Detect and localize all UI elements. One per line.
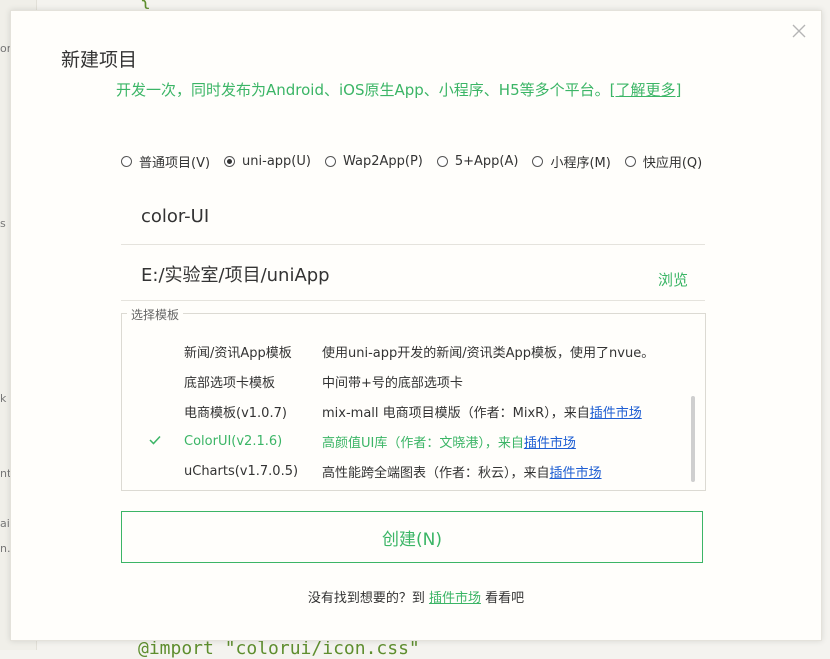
project-path-input[interactable]: [121, 259, 621, 289]
template-desc-text: mix-mall 电商项目模版（作者：MixR），来自: [322, 405, 590, 421]
dialog-title: 新建项目: [61, 49, 138, 71]
template-item-colorui[interactable]: ColorUI(v2.1.6) 高颜值UI库（作者：文晓港），来自插件市场: [122, 426, 682, 456]
learn-more-link[interactable]: [了解更多]: [610, 81, 682, 99]
template-item-news[interactable]: 新闻/资讯App模板 使用uni-app开发的新闻/资讯类App模板，使用了nv…: [122, 336, 682, 366]
template-list: 新闻/资讯App模板 使用uni-app开发的新闻/资讯类App模板，使用了nv…: [122, 336, 682, 486]
gutter-label: s: [0, 217, 6, 230]
radio-circle: [624, 156, 636, 167]
radio-circle: [121, 156, 132, 167]
editor-code-bottom: @import "colorui/icon.css": [138, 638, 420, 659]
template-desc-text: 中间带+号的底部选项卡: [322, 375, 463, 391]
template-scrollbar[interactable]: [691, 396, 695, 482]
radio-mini-program[interactable]: 小程序(M): [532, 152, 611, 171]
radio-label: 小程序(M): [550, 156, 611, 171]
radio-quick-app[interactable]: 快应用(Q): [624, 152, 703, 171]
footer-hint: 没有找到想要的？到 插件市场 看看吧: [11, 587, 821, 606]
template-selector: 选择模板 新闻/资讯App模板 使用uni-app开发的新闻/资讯类App模板，…: [121, 306, 706, 491]
template-item-ucharts[interactable]: uCharts(v1.7.0.5) 高性能跨全端图表（作者：秋云），来自插件市场: [122, 456, 682, 486]
footer-suffix: 看看吧: [481, 591, 525, 606]
radio-5plus-app[interactable]: 5+App(A): [436, 152, 519, 171]
template-name: 新闻/资讯App模板: [184, 345, 292, 361]
radio-circle: [436, 156, 448, 167]
template-desc: mix-mall 电商项目模版（作者：MixR），来自插件市场: [322, 402, 642, 421]
radio-label: uni-app(U): [242, 154, 311, 169]
template-legend: 选择模板: [127, 306, 184, 323]
browse-button[interactable]: 浏览: [658, 269, 688, 290]
footer-plugin-market-link[interactable]: 插件市场: [429, 591, 481, 606]
project-path-field-wrap: 浏览: [121, 259, 705, 301]
template-desc: 中间带+号的底部选项卡: [322, 372, 463, 391]
close-icon: [792, 24, 806, 38]
template-name: 电商模板(v1.0.7): [184, 405, 287, 421]
template-item-mall[interactable]: 电商模板(v1.0.7) mix-mall 电商项目模版（作者：MixR），来自…: [122, 396, 682, 426]
template-desc-text: 高颜值UI库（作者：文晓港），来自: [322, 435, 524, 451]
plugin-market-link[interactable]: 插件市场: [550, 466, 602, 481]
radio-uni-app[interactable]: uni-app(U): [224, 152, 311, 171]
template-desc: 高颜值UI库（作者：文晓港），来自插件市场: [322, 432, 576, 451]
plugin-market-link[interactable]: 插件市场: [590, 406, 642, 421]
template-name: uCharts(v1.7.0.5): [184, 463, 299, 479]
close-button[interactable]: [789, 21, 809, 41]
plugin-market-link[interactable]: 插件市场: [524, 436, 576, 451]
radio-circle: [224, 156, 236, 167]
radio-label: 普通项目(V): [139, 156, 211, 171]
project-name-field-wrap: [121, 201, 705, 245]
template-desc-text: 高性能跨全端图表（作者：秋云），来自: [322, 465, 550, 481]
radio-circle: [324, 156, 336, 167]
template-name: ColorUI(v2.1.6): [184, 433, 283, 449]
radio-label: 5+App(A): [454, 154, 519, 169]
project-type-group: 普通项目(V) uni-app(U) Wap2App(P) 5+App(A) 小…: [121, 152, 716, 171]
radio-normal-project[interactable]: 普通项目(V): [121, 152, 210, 171]
radio-circle: [532, 156, 544, 167]
footer-prefix: 没有找到想要的？到: [307, 591, 429, 606]
new-project-dialog: 新建项目 开发一次，同时发布为Android、iOS原生App、小程序、H5等多…: [10, 10, 822, 641]
radio-label: 快应用(Q): [642, 156, 703, 171]
gutter-label: k: [0, 392, 7, 405]
dialog-subtitle: 开发一次，同时发布为Android、iOS原生App、小程序、H5等多个平台。[…: [116, 79, 681, 100]
radio-label: Wap2App(P): [342, 154, 423, 169]
template-name: 底部选项卡模板: [184, 375, 276, 391]
radio-wap2app[interactable]: Wap2App(P): [324, 152, 423, 171]
subtitle-text: 开发一次，同时发布为Android、iOS原生App、小程序、H5等多个平台。: [116, 81, 610, 99]
template-desc-text: 使用uni-app开发的新闻/资讯类App模板，使用了nvue。: [322, 345, 655, 361]
template-desc: 使用uni-app开发的新闻/资讯类App模板，使用了nvue。: [322, 342, 654, 361]
project-name-input[interactable]: [121, 201, 621, 231]
template-item-tabbar[interactable]: 底部选项卡模板 中间带+号的底部选项卡: [122, 366, 682, 396]
template-desc: 高性能跨全端图表（作者：秋云），来自插件市场: [322, 462, 602, 481]
check-icon: [149, 435, 161, 445]
create-button[interactable]: 创建(N): [121, 511, 703, 563]
